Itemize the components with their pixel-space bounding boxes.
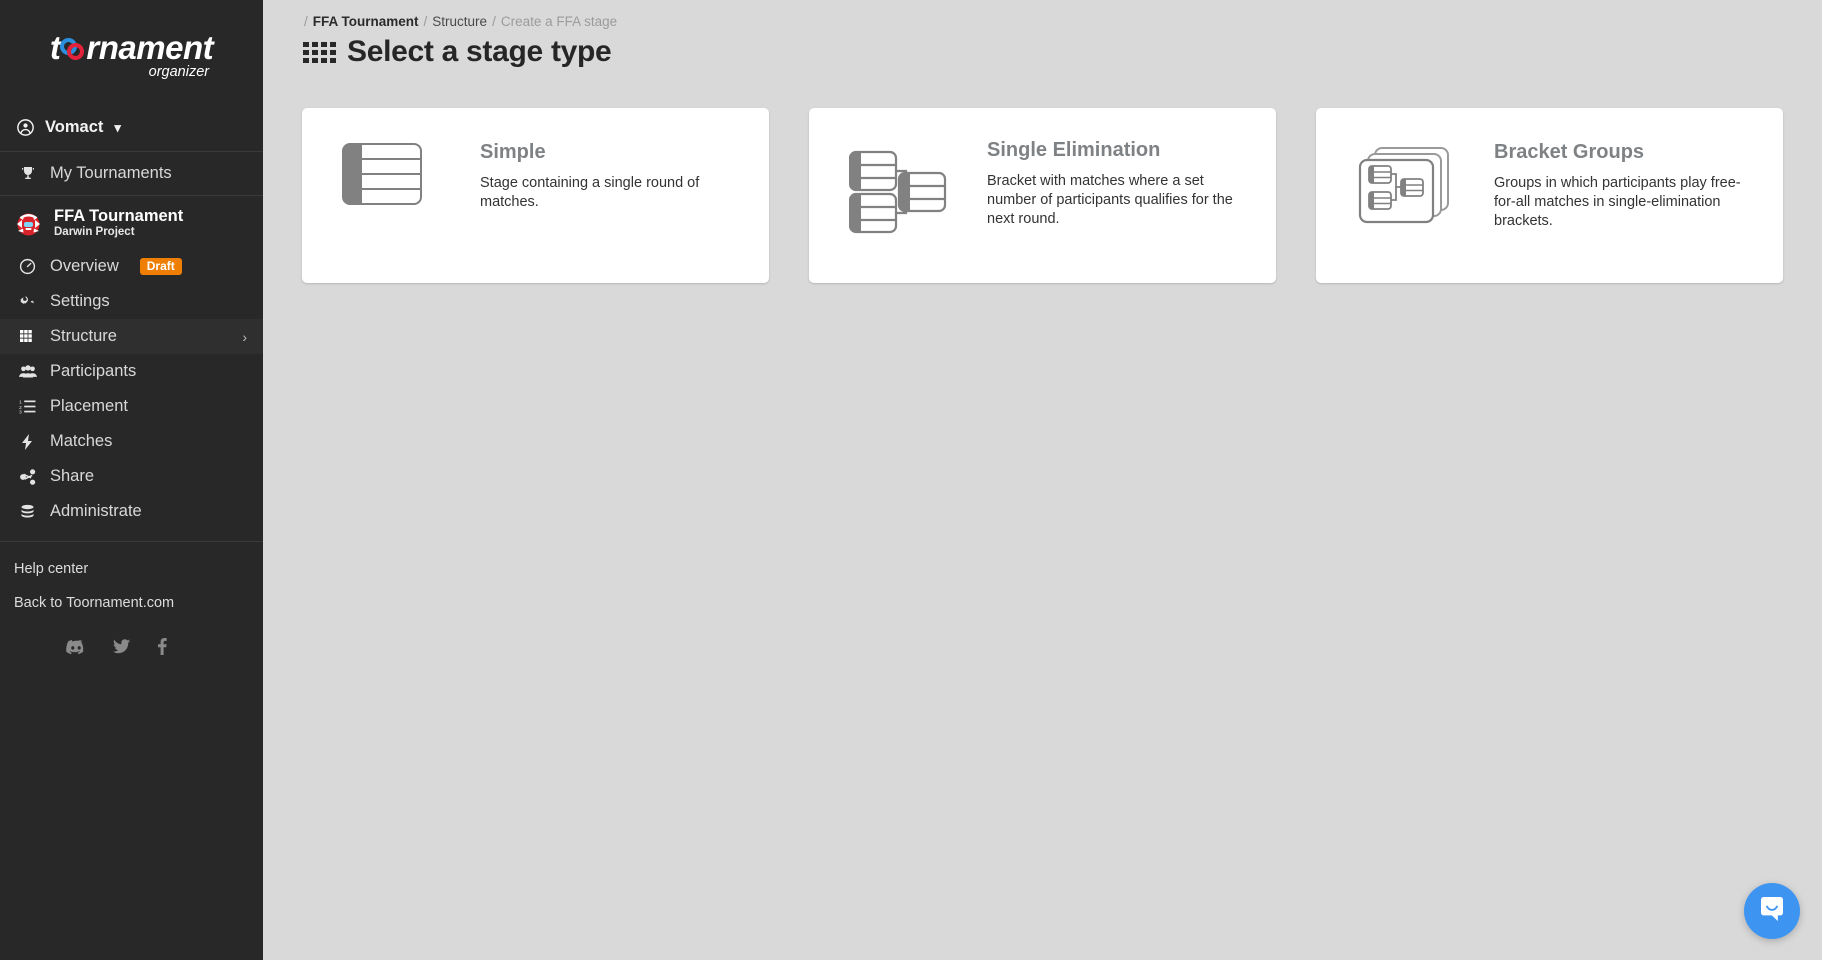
card-description: Bracket with matches where a set number … xyxy=(987,173,1233,228)
user-menu[interactable]: Vomact ▾ xyxy=(0,104,263,151)
simple-stage-icon xyxy=(342,139,452,205)
twitter-icon[interactable] xyxy=(113,638,130,655)
facebook-icon[interactable] xyxy=(157,638,167,656)
grid-icon xyxy=(17,329,38,344)
breadcrumb-lead: / xyxy=(304,14,308,29)
logo-subtitle: organizer xyxy=(148,63,210,80)
card-title: Simple xyxy=(480,141,546,163)
sidebar-item-label: Administrate xyxy=(50,502,142,521)
user-name: Vomact xyxy=(45,118,104,136)
single-elimination-icon xyxy=(849,139,959,235)
tournament-name: FFA Tournament xyxy=(54,207,184,225)
share-icon xyxy=(17,468,38,485)
trophy-icon xyxy=(17,166,38,182)
user-circle-icon xyxy=(17,119,36,136)
gears-icon xyxy=(17,293,38,310)
sidebar-item-label: Structure xyxy=(50,327,117,346)
sidebar-item-label: Share xyxy=(50,467,95,486)
current-tournament[interactable]: FFA Tournament Darwin Project xyxy=(0,196,263,249)
card-description: Stage containing a single round of match… xyxy=(480,175,700,211)
card-description: Groups in which participants play free-f… xyxy=(1494,175,1741,230)
sidebar-item-label: My Tournaments xyxy=(50,164,172,182)
card-body: Bracket Groups Groups in which participa… xyxy=(1494,139,1756,231)
discord-icon[interactable] xyxy=(66,638,86,655)
sidebar-footer: Help center Back to Toornament.com xyxy=(0,542,263,629)
page-title-row: Select a stage type xyxy=(263,29,1822,69)
tournament-nav: Overview Draft Settings Structure › Part… xyxy=(0,249,263,529)
chevron-right-icon: › xyxy=(242,328,247,345)
card-title: Bracket Groups xyxy=(1494,141,1645,163)
back-to-toornament-link[interactable]: Back to Toornament.com xyxy=(14,595,263,611)
page-title: Select a stage type xyxy=(347,35,612,68)
breadcrumb-separator: / xyxy=(423,14,428,29)
main-content: / FFA Tournament / Structure / Create a … xyxy=(263,0,1822,960)
sidebar-item-structure[interactable]: Structure › xyxy=(0,319,263,355)
chat-bubble-icon xyxy=(1758,895,1786,928)
brand-logo[interactable]: t rnament organizer xyxy=(0,0,263,104)
sidebar-item-label: Placement xyxy=(50,397,128,416)
card-body: Single Elimination Bracket with matches … xyxy=(987,139,1249,229)
bracket-groups-icon xyxy=(1356,139,1466,229)
card-title: Single Elimination xyxy=(987,139,1161,161)
sidebar-item-administrate[interactable]: Administrate xyxy=(0,494,263,529)
sidebar-item-matches[interactable]: Matches xyxy=(0,424,263,459)
breadcrumb-item-current: Create a FFA stage xyxy=(500,14,618,29)
logo-rings-icon xyxy=(60,37,86,63)
social-links xyxy=(0,629,263,656)
chat-launcher-button[interactable] xyxy=(1744,883,1800,939)
database-icon xyxy=(17,504,38,520)
bolt-icon xyxy=(17,433,38,450)
stage-card-single-elimination[interactable]: Single Elimination Bracket with matches … xyxy=(809,108,1276,283)
logo-wordmark: t rnament xyxy=(49,28,214,66)
stage-type-cards: Simple Stage containing a single round o… xyxy=(263,69,1822,283)
tournament-game: Darwin Project xyxy=(54,226,135,239)
breadcrumb: / FFA Tournament / Structure / Create a … xyxy=(263,14,1822,29)
help-center-link[interactable]: Help center xyxy=(14,561,263,577)
card-body: Simple Stage containing a single round o… xyxy=(480,139,742,212)
ordered-list-icon: 123 xyxy=(17,399,38,414)
breadcrumb-item-tournament[interactable]: FFA Tournament xyxy=(313,14,419,29)
sidebar: t rnament organizer Vomact ▾ My Tournamen… xyxy=(0,0,263,960)
status-badge: Draft xyxy=(139,258,182,276)
sidebar-item-label: Settings xyxy=(50,292,110,311)
sidebar-item-settings[interactable]: Settings xyxy=(0,284,263,319)
sidebar-item-share[interactable]: Share xyxy=(0,459,263,494)
sidebar-item-label: Overview xyxy=(50,257,119,276)
grid-icon xyxy=(303,41,336,63)
users-icon xyxy=(17,364,38,379)
sidebar-item-my-tournaments[interactable]: My Tournaments xyxy=(0,152,263,195)
sidebar-item-overview[interactable]: Overview Draft xyxy=(0,249,263,284)
dashboard-icon xyxy=(17,258,38,275)
sidebar-item-placement[interactable]: 123 Placement xyxy=(0,389,263,424)
app-root: t rnament organizer Vomact ▾ My Tournamen… xyxy=(0,0,1822,960)
breadcrumb-separator-2: / xyxy=(492,14,496,29)
chevron-down-icon: ▾ xyxy=(114,119,121,135)
sidebar-item-label: Participants xyxy=(50,362,137,381)
breadcrumb-item-structure[interactable]: Structure xyxy=(432,14,487,29)
sidebar-item-participants[interactable]: Participants xyxy=(0,354,263,389)
stage-card-simple[interactable]: Simple Stage containing a single round o… xyxy=(302,108,769,283)
sidebar-item-label: Matches xyxy=(50,432,113,451)
game-avatar-icon xyxy=(14,209,43,238)
stage-card-bracket-groups[interactable]: Bracket Groups Groups in which participa… xyxy=(1316,108,1783,283)
svg-text:3: 3 xyxy=(19,410,22,414)
